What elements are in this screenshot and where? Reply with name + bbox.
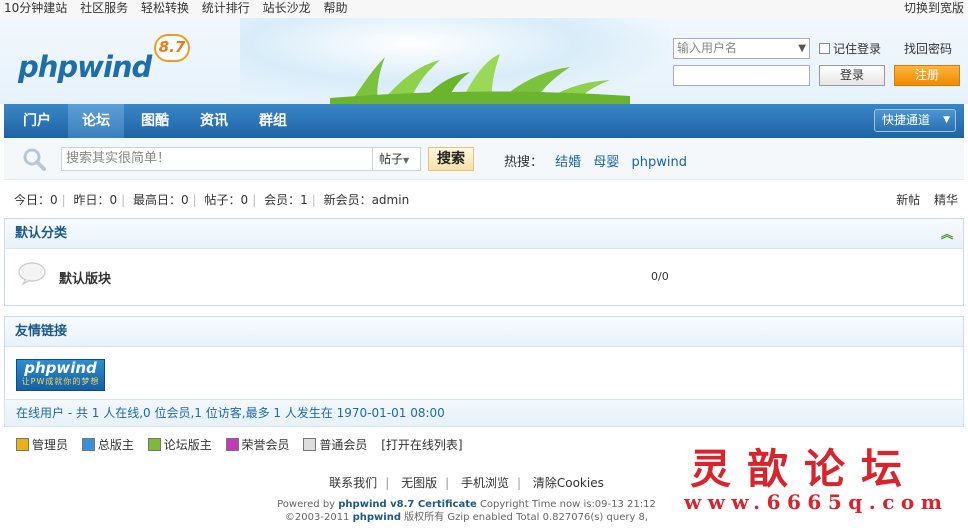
footer-contact[interactable]: 联系我们: [329, 476, 377, 490]
remember-login[interactable]: 记住登录: [819, 40, 881, 57]
user-admin-icon: [16, 438, 29, 451]
top-link-ranking[interactable]: 统计排行: [202, 1, 250, 15]
member-legend: 管理员 总版主 论坛版主 荣誉会员 普通会员 [打开在线列表]: [16, 436, 473, 453]
open-online-list-link[interactable]: [打开在线列表]: [381, 436, 462, 453]
nav-gallery[interactable]: 图酷: [141, 104, 169, 138]
top-link-salon[interactable]: 站长沙龙: [263, 1, 311, 15]
top-bar: 10分钟建站 社区服务 轻松转换 统计排行 站长沙龙 帮助 切换到宽版: [0, 0, 968, 18]
legend-member: 普通会员: [303, 436, 367, 453]
links-title: 友情链接: [15, 324, 68, 339]
chevron-down-icon: ▼: [798, 43, 806, 54]
header: phpwind 8.7 输入用户名 ▼ 记住登录 找回密码 登录 注册: [0, 18, 968, 104]
stat-max-day: 最高日：0: [133, 193, 189, 207]
user-member-icon: [303, 438, 317, 451]
link-logo-slogan: 让PW成就你的梦想: [21, 377, 100, 386]
category-section: 默认分类 ︽ 默认版块 0/0: [4, 218, 964, 306]
quick-access-label: 快捷通道: [882, 113, 931, 127]
nav-groups[interactable]: 群组: [259, 104, 287, 138]
main-nav: 门户 论坛 图酷 资讯 群组 快捷通道 ▼: [4, 104, 964, 138]
top-links: 10分钟建站 社区服务 轻松转换 统计排行 站长沙龙 帮助: [4, 0, 357, 16]
username-select[interactable]: 输入用户名 ▼: [673, 38, 810, 59]
top-link-convert[interactable]: 轻松转换: [141, 1, 189, 15]
stat-new-member[interactable]: 新会员：admin: [324, 193, 410, 207]
register-button[interactable]: 注册: [894, 65, 960, 86]
find-password-link[interactable]: 找回密码: [904, 40, 952, 57]
search-icon: [23, 148, 46, 171]
links-header: 友情链接: [5, 317, 963, 347]
quick-access-button[interactable]: 快捷通道 ▼: [874, 109, 956, 132]
watermark-url: www.6665q.com: [684, 490, 949, 514]
footer-clear-cookies[interactable]: 清除Cookies: [533, 476, 604, 490]
stat-yesterday: 昨日：0: [73, 193, 118, 207]
new-posts-link[interactable]: 新帖: [896, 193, 920, 207]
category-title[interactable]: 默认分类: [15, 226, 67, 241]
speech-bubble-icon: [18, 262, 46, 285]
phpwind-logo[interactable]: phpwind: [18, 50, 152, 84]
chevron-down-icon: ▼: [403, 156, 410, 165]
top-link-community[interactable]: 社区服务: [80, 1, 128, 15]
user-super-moderator-icon: [81, 438, 95, 451]
logo-version-badge: 8.7: [154, 34, 190, 62]
switch-wide-link[interactable]: 切换到宽版: [904, 0, 964, 16]
search-button[interactable]: 搜索: [428, 147, 474, 171]
legend-honor-member: 荣誉会员: [225, 436, 290, 453]
watermark-text: 灵歆论坛: [690, 445, 918, 493]
top-link-help[interactable]: 帮助: [323, 1, 347, 15]
link-logo-text: phpwind: [24, 359, 97, 377]
search-bar: 搜索其实很简单！ 帖子▼ 搜索 热搜： 结婚 母婴 phpwind: [4, 138, 964, 180]
login-button[interactable]: 登录: [819, 65, 885, 86]
remember-label: 记住登录: [833, 42, 882, 56]
user-honor-icon: [225, 438, 239, 451]
password-field[interactable]: [673, 65, 810, 86]
stats-links: 新帖 精华: [886, 191, 958, 208]
footer-mobile[interactable]: 手机浏览: [461, 476, 509, 490]
nav-news[interactable]: 资讯: [200, 104, 228, 138]
forum-row: 默认版块 0/0: [5, 249, 963, 303]
phpwind-footer-link[interactable]: phpwind: [353, 512, 401, 523]
nav-forum[interactable]: 论坛: [68, 104, 124, 138]
search-type-label: 帖子: [379, 152, 404, 166]
grass-decoration-icon: [330, 54, 630, 104]
nav-portal[interactable]: 门户: [23, 104, 51, 138]
category-header: 默认分类 ︽: [5, 219, 963, 249]
stat-today: 今日：0: [14, 193, 58, 207]
legend-moderator: 论坛版主: [147, 436, 212, 453]
phpwind-link-logo[interactable]: phpwind 让PW成就你的梦想: [16, 359, 105, 391]
digest-link[interactable]: 精华: [934, 193, 958, 207]
username-placeholder: 输入用户名: [677, 41, 738, 55]
stat-members: 会员：1: [264, 193, 308, 207]
top-link-build[interactable]: 10分钟建站: [4, 1, 67, 15]
footer-text-only[interactable]: 无图版: [401, 476, 437, 490]
search-input[interactable]: 搜索其实很简单！: [61, 147, 373, 171]
hot-keyword-marriage[interactable]: 结婚: [555, 155, 581, 170]
forum-stats: 今日：0 | 昨日：0 | 最高日：0 | 帖子：0 | 会员：1 | 新会员：admin: [14, 193, 410, 207]
legend-admin: 管理员: [16, 436, 68, 453]
certificate-link[interactable]: phpwind v8.7 Certificate: [338, 499, 477, 510]
search-type-select[interactable]: 帖子▼: [373, 147, 421, 171]
stat-posts: 帖子：0: [204, 193, 249, 207]
hot-keyword-phpwind[interactable]: phpwind: [631, 155, 686, 170]
online-users-bar: 在线用户 - 共 1 人在线,0 位会员,1 位访客,最多 1 人发生在 197…: [4, 399, 964, 427]
hot-search: 热搜： 结婚 母婴 phpwind: [504, 151, 687, 170]
forum-count: 0/0: [651, 270, 669, 283]
collapse-up-icon[interactable]: ︽: [941, 219, 953, 249]
hot-keyword-baby[interactable]: 母婴: [593, 155, 619, 170]
legend-super-moderator: 总版主: [81, 436, 134, 453]
forum-name[interactable]: 默认版块: [59, 268, 111, 287]
chevron-down-icon: ▼: [943, 115, 950, 125]
links-section: 友情链接 phpwind 让PW成就你的梦想: [4, 316, 964, 400]
remember-checkbox[interactable]: [819, 43, 830, 54]
user-moderator-icon: [147, 438, 161, 451]
hot-search-label: 热搜：: [504, 155, 544, 170]
